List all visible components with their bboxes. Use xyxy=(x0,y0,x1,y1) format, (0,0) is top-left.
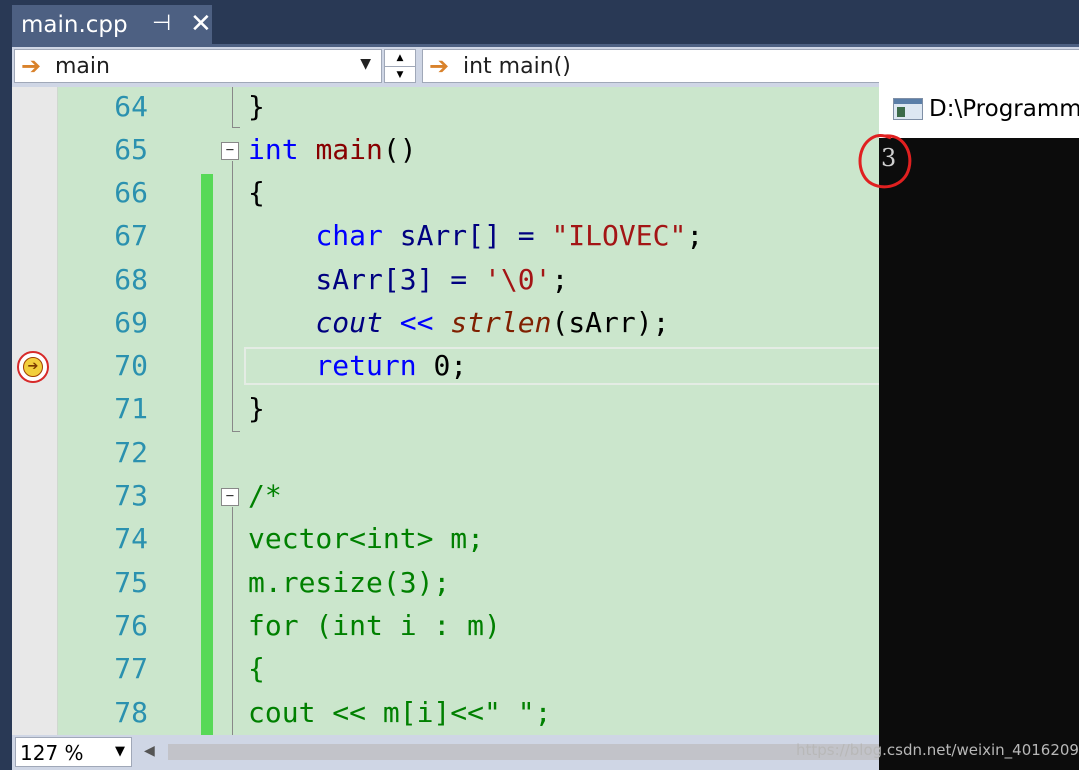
code-line[interactable]: } xyxy=(248,87,265,128)
line-number: 65 xyxy=(114,133,148,166)
line-number: 76 xyxy=(114,609,148,642)
code-line[interactable]: cout << strlen(sArr); xyxy=(248,301,669,344)
change-tracking-bar xyxy=(201,174,213,735)
scope-dropdown[interactable]: ➔ main ▼ xyxy=(14,49,382,83)
code-line[interactable]: int main() xyxy=(248,128,417,171)
zoom-value: 127 % xyxy=(20,741,84,765)
line-number: 71 xyxy=(114,392,148,425)
code-line[interactable]: } xyxy=(248,387,265,430)
pin-icon[interactable]: ⊣ xyxy=(152,11,171,36)
line-number: 75 xyxy=(114,566,148,599)
collapse-icon[interactable]: − xyxy=(221,488,239,506)
zoom-dropdown[interactable]: 127 % ▼ xyxy=(15,737,132,767)
outline-guide xyxy=(232,87,233,128)
line-number: 68 xyxy=(114,263,148,296)
tab-title: main.cpp xyxy=(21,12,128,38)
code-line[interactable]: return 0; xyxy=(248,344,467,387)
annotation-circle xyxy=(858,134,912,189)
code-line[interactable]: for (int i : m) xyxy=(248,604,501,647)
member-dropdown-value: int main() xyxy=(463,54,571,79)
code-line[interactable]: sArr[3] = '\0'; xyxy=(248,258,568,301)
console-app-icon xyxy=(893,98,923,120)
caret-down-icon[interactable]: ▼ xyxy=(360,56,371,72)
collapse-icon[interactable]: − xyxy=(221,142,239,160)
line-number: 66 xyxy=(114,176,148,209)
navigation-bar: ➔ main ▼ ▲ ▼ ➔ int main() xyxy=(12,47,1079,87)
console-title: D:\Programm xyxy=(929,96,1079,122)
code-line[interactable]: /* xyxy=(248,474,282,517)
watermark: https://blog.csdn.net/weixin_40162095 xyxy=(796,741,1079,759)
outline-guide xyxy=(232,161,233,432)
line-number: 69 xyxy=(114,306,148,339)
code-line[interactable]: vector<int> m; xyxy=(248,517,484,560)
code-line[interactable]: m.resize(3); xyxy=(248,561,450,604)
outline-guide-end xyxy=(232,431,240,432)
breakpoint-current-icon[interactable]: ➔ xyxy=(17,351,49,383)
tab-strip: main.cpp ⊣ ✕ xyxy=(0,0,1079,46)
member-dropdown[interactable]: ➔ int main() xyxy=(422,49,1079,83)
spinner-down-icon[interactable]: ▼ xyxy=(385,67,415,83)
line-number: 70 xyxy=(114,349,148,382)
line-number: 78 xyxy=(114,696,148,729)
code-line[interactable]: char sArr[] = "ILOVEC"; xyxy=(248,214,703,257)
scope-dropdown-value: main xyxy=(55,54,110,79)
code-line[interactable]: cout << m[i]<<" "; xyxy=(248,691,551,734)
indicator-margin[interactable] xyxy=(12,87,58,735)
scroll-left-icon[interactable]: ◀ xyxy=(144,743,155,759)
horizontal-scrollbar[interactable] xyxy=(168,744,879,760)
line-number: 74 xyxy=(114,522,148,555)
outline-guide-end xyxy=(232,127,240,128)
outline-guide xyxy=(232,507,233,735)
editor-bottom-bar: 127 % ▼ ◀ xyxy=(12,735,879,770)
code-line[interactable]: { xyxy=(248,171,265,214)
close-icon[interactable]: ✕ xyxy=(190,9,212,39)
arrow-right-icon: ➔ xyxy=(21,52,42,80)
code-editor[interactable]: ➔ 64 65 66 67 68 69 70 71 72 73 74 75 76… xyxy=(12,87,879,735)
line-number: 73 xyxy=(114,479,148,512)
line-number: 67 xyxy=(114,219,148,252)
line-number: 77 xyxy=(114,652,148,685)
tab-main-cpp[interactable]: main.cpp ⊣ ✕ xyxy=(12,5,212,46)
arrow-right-icon: ➔ xyxy=(429,52,450,80)
spinner-up-icon[interactable]: ▲ xyxy=(385,50,415,67)
code-line[interactable]: { xyxy=(248,647,265,690)
line-number: 72 xyxy=(114,436,148,469)
caret-down-icon[interactable]: ▼ xyxy=(115,744,125,759)
instruction-pointer-icon: ➔ xyxy=(23,357,43,377)
line-number: 64 xyxy=(114,90,148,123)
scope-spinner[interactable]: ▲ ▼ xyxy=(384,49,416,83)
